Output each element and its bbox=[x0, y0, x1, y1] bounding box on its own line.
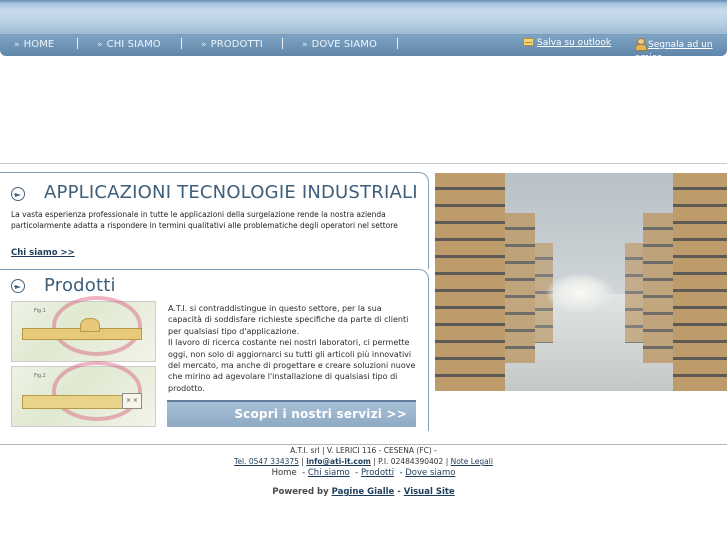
footer-prodotti-link[interactable]: Prodotti bbox=[361, 468, 394, 478]
address-text: A.T.I. srl | V. LERICI 116 - CESENA (FC)… bbox=[290, 446, 437, 455]
warehouse-photo bbox=[435, 173, 727, 391]
email-link[interactable]: info@ati-it.com bbox=[306, 457, 371, 466]
footer-address: A.T.I. srl | V. LERICI 116 - CESENA (FC)… bbox=[0, 446, 727, 455]
footer-chi-siamo-link[interactable]: Chi siamo bbox=[308, 468, 350, 478]
double-chevron-icon: » bbox=[14, 40, 20, 50]
header-banner bbox=[0, 0, 727, 35]
nav-home-label: HOME bbox=[23, 39, 55, 50]
photo-rack bbox=[505, 213, 535, 363]
main-nav: » HOME » CHI SIAMO » PRODOTTI » DOVE SIAMO S… bbox=[0, 35, 727, 63]
photo-rack bbox=[625, 243, 643, 343]
tell-friend-label: Segnala ad un amico bbox=[635, 40, 713, 63]
applications-intro: La vasta esperienza professionale in tut… bbox=[11, 210, 398, 230]
arrow-circle-icon bbox=[11, 279, 25, 293]
products-title: Prodotti bbox=[44, 275, 116, 296]
nav-home[interactable]: » HOME bbox=[14, 39, 54, 50]
image-caption: Fig.2 bbox=[34, 373, 46, 379]
products-description: A.T.I. si contraddistingue in questo set… bbox=[168, 304, 416, 393]
photo-rack bbox=[643, 213, 673, 363]
legal-notes-link[interactable]: Note Legali bbox=[451, 457, 493, 466]
divider bbox=[0, 163, 727, 164]
page: » HOME » CHI SIAMO » PRODOTTI » DOVE SIAMO S… bbox=[0, 0, 727, 545]
photo-rack bbox=[435, 173, 505, 391]
powered-by-label: Powered by bbox=[272, 487, 329, 497]
product-image-2: × × Fig.2 bbox=[11, 361, 156, 427]
tell-friend-link[interactable]: Segnala ad un amico bbox=[635, 38, 727, 65]
photo-light bbox=[545, 273, 615, 313]
footer-dove-siamo-link[interactable]: Dove siamo bbox=[405, 468, 455, 478]
outlook-card-icon bbox=[523, 38, 534, 46]
pagine-gialle-link[interactable]: Pagine Gialle bbox=[332, 487, 395, 497]
applications-title: APPLICAZIONI TECNOLOGIE INDUSTRIALI bbox=[44, 182, 418, 203]
footer-nav: Home - Chi siamo - Prodotti - Dove siamo bbox=[271, 468, 456, 478]
product-image-1: Fig.1 bbox=[11, 296, 156, 362]
visual-site-link[interactable]: Visual Site bbox=[404, 487, 455, 497]
applications-panel: APPLICAZIONI TECNOLOGIE INDUSTRIALI La v… bbox=[0, 172, 429, 269]
image-arc bbox=[52, 361, 142, 421]
arrow-circle-icon bbox=[11, 187, 25, 201]
nav-prodotti-label: PRODOTTI bbox=[210, 39, 263, 50]
double-chevron-icon: » bbox=[97, 40, 103, 50]
footer-home-link[interactable]: Home bbox=[272, 468, 297, 478]
photo-rack bbox=[673, 173, 727, 391]
nav-chi-siamo-label: CHI SIAMO bbox=[106, 39, 161, 50]
footer-divider bbox=[0, 444, 727, 445]
nav-chi-siamo[interactable]: » CHI SIAMO bbox=[97, 39, 161, 50]
save-outlook-label: Salva su outlook bbox=[537, 38, 612, 48]
chi-siamo-link[interactable]: Chi siamo >> bbox=[11, 248, 75, 258]
footer-contacts: Tel. 0547 334375 | info@ati-it.com | P.I… bbox=[234, 457, 493, 466]
discover-services-button[interactable]: Scopri i nostri servizi >> bbox=[167, 400, 416, 427]
footer-powered: Powered by Pagine Gialle - Visual Site bbox=[272, 487, 455, 497]
save-outlook-link[interactable]: Salva su outlook bbox=[523, 38, 611, 48]
phone-link[interactable]: Tel. 0547 334375 bbox=[234, 457, 299, 466]
nav-dove-siamo-label: DOVE SIAMO bbox=[311, 39, 377, 50]
person-icon bbox=[635, 38, 647, 51]
double-chevron-icon: » bbox=[201, 40, 207, 50]
nav-divider bbox=[282, 38, 283, 49]
image-mark: × × bbox=[126, 397, 138, 404]
nav-prodotti[interactable]: » PRODOTTI bbox=[201, 39, 263, 50]
image-profile-bump bbox=[80, 318, 100, 332]
nav-divider bbox=[181, 38, 182, 49]
nav-divider bbox=[397, 38, 398, 49]
nav-divider bbox=[77, 38, 78, 49]
double-chevron-icon: » bbox=[302, 40, 308, 50]
vat-number: P.I. 02484390402 bbox=[378, 457, 444, 466]
image-caption: Fig.1 bbox=[34, 308, 46, 314]
nav-dove-siamo[interactable]: » DOVE SIAMO bbox=[302, 39, 377, 50]
